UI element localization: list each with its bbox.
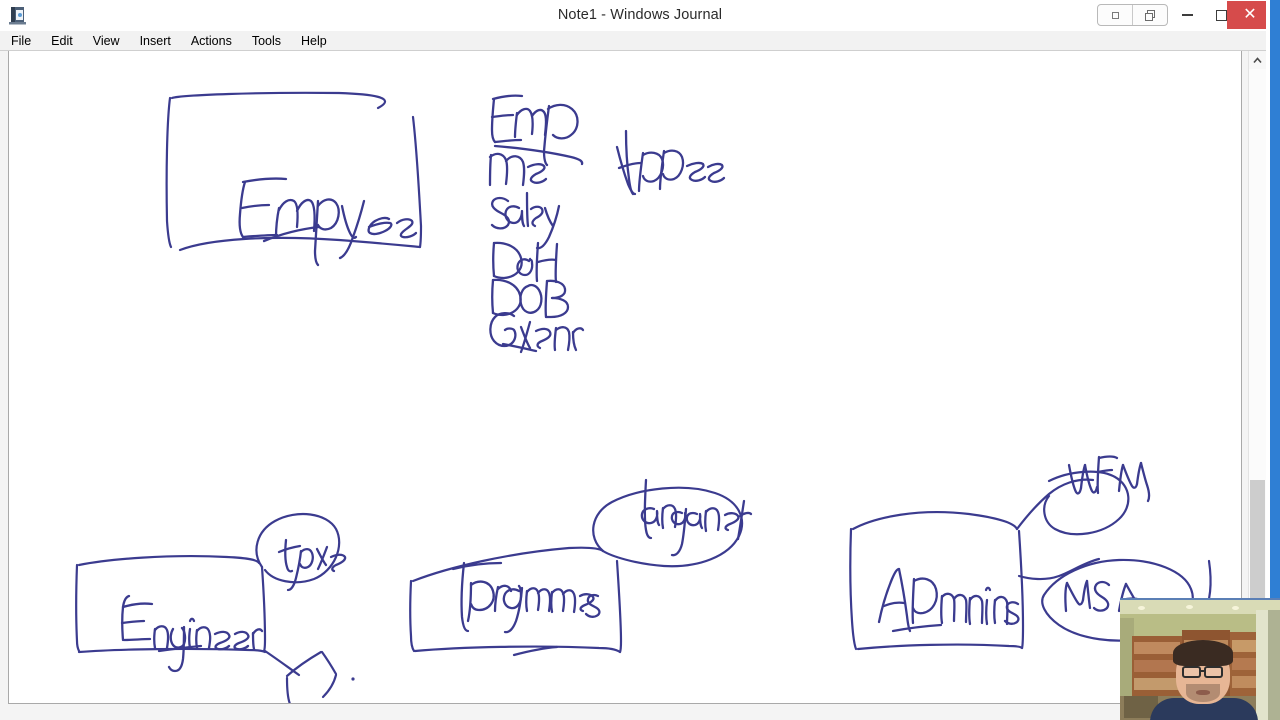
menu-bar: File Edit View Insert Actions Tools Help	[0, 31, 1280, 51]
scroll-up-button[interactable]	[1249, 51, 1266, 69]
menu-item-tools[interactable]: Tools	[252, 34, 291, 48]
ink-admins-entity	[849, 511, 1025, 651]
menu-item-actions[interactable]: Actions	[191, 34, 242, 48]
menu-item-view[interactable]: View	[93, 34, 130, 48]
ink-employees-entity	[165, 91, 423, 252]
document-area	[0, 51, 1280, 720]
small-square-icon	[1111, 11, 1119, 19]
webcam-books-row-7	[1232, 676, 1258, 688]
webcam-books-row-6	[1232, 658, 1258, 670]
webcam-books-row-3	[1134, 678, 1180, 690]
ink-employees-label	[238, 177, 418, 267]
ink-diamond-shape	[263, 649, 355, 703]
ceiling-light-right-icon	[1232, 606, 1239, 610]
menu-item-edit[interactable]: Edit	[51, 34, 83, 48]
minimize-icon	[1181, 14, 1193, 16]
ink-salary-attribute	[490, 191, 561, 250]
ink-language-attribute	[592, 486, 744, 568]
ceiling-light-middle-icon	[1186, 605, 1193, 609]
presenter-glasses-right-lens	[1204, 666, 1223, 678]
close-icon: ✕	[1243, 6, 1257, 23]
ceiling-light-left-icon	[1138, 606, 1145, 610]
presenter-hair	[1173, 640, 1233, 666]
windows-journal-window: Note1 - Windows Journal ✕ File Edit View…	[0, 0, 1280, 720]
menu-item-file[interactable]: File	[11, 34, 41, 48]
title-bar: Note1 - Windows Journal ✕	[0, 0, 1280, 32]
presenter-glasses-bridge	[1200, 670, 1206, 672]
ink-gender-attribute	[489, 311, 585, 354]
presenter-glasses-left-lens	[1182, 666, 1201, 678]
maximize-icon	[1215, 9, 1227, 21]
window-title: Note1 - Windows Journal	[557, 7, 723, 23]
webcam-right-doorframe	[1268, 610, 1280, 720]
ink-layer	[75, 91, 1212, 703]
restore-window-button[interactable]	[1133, 5, 1167, 25]
restore-down-small-button[interactable]	[1098, 5, 1133, 25]
menu-item-help[interactable]: Help	[301, 34, 337, 48]
journal-page-canvas[interactable]	[8, 51, 1242, 704]
ink-programmers-entity	[409, 546, 623, 654]
presenter-mouth	[1196, 690, 1210, 695]
ink-dob-attribute	[491, 278, 570, 319]
ink-engineer-label	[120, 594, 264, 673]
window-extra-controls[interactable]	[1097, 4, 1168, 26]
ink-programmers-label	[451, 561, 601, 657]
ink-doh-attribute	[492, 241, 559, 284]
ink-name-attribute	[488, 152, 548, 187]
restore-icon	[1144, 9, 1156, 21]
ink-address-attribute	[615, 129, 726, 196]
ink-wfm-label	[1067, 455, 1151, 503]
ink-admins-label	[877, 567, 1020, 633]
webcam-books-row-5	[1232, 640, 1258, 652]
chevron-up-icon	[1253, 56, 1262, 63]
minimize-button[interactable]	[1170, 0, 1204, 30]
menu-item-insert[interactable]: Insert	[140, 34, 181, 48]
presenter-webcam-overlay	[1120, 598, 1280, 720]
ink-empid-attribute	[490, 94, 584, 167]
